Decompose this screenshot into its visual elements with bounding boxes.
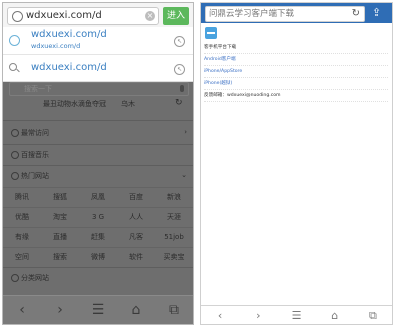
site-link[interactable]: 优酷: [3, 208, 41, 227]
clear-icon[interactable]: ×: [145, 11, 155, 21]
news-headline[interactable]: 乌木: [121, 99, 135, 109]
share-icon[interactable]: ⇪: [368, 5, 385, 20]
section-label: 百搜音乐: [21, 151, 49, 159]
android-link[interactable]: Android客户端: [204, 54, 388, 66]
tabs-icon[interactable]: ⧉: [354, 306, 392, 324]
site-link[interactable]: 凡客: [117, 228, 155, 247]
site-link[interactable]: 腾讯: [3, 188, 41, 207]
clock-icon: [11, 129, 19, 137]
site-link[interactable]: 百度: [117, 188, 155, 207]
suggestion-title: wdxuexi.com/d: [31, 29, 107, 40]
site-link[interactable]: 微博: [79, 248, 117, 267]
chevron-down-icon: ⌄: [181, 171, 187, 179]
download-heading: 客手机平台下载: [204, 42, 388, 54]
suggestion-item[interactable]: wdxuexi.com/d ↖: [3, 55, 193, 81]
suggestion-subtitle: wdxuexi.com/d: [31, 42, 81, 50]
suggestion-item[interactable]: wdxuexi.com/d wdxuexi.com/d ↖: [3, 27, 193, 55]
site-link[interactable]: 人人: [117, 208, 155, 227]
section-hot-sites[interactable]: 热门网站 ⌄: [3, 168, 193, 184]
suggestion-dropdown: wdxuexi.com/d wdxuexi.com/d ↖ wdxuexi.co…: [3, 27, 193, 82]
site-logo: [205, 27, 217, 39]
hot-sites-grid: 腾讯 搜狐 凤凰 百度 新浪 优酷 淘宝 3 G 人人 天涯 有缘 直播 赶集 …: [3, 187, 193, 267]
search-input-text: 问鼎云学习客户端下载: [209, 9, 295, 19]
grid-row: 腾讯 搜狐 凤凰 百度 新浪: [3, 187, 193, 207]
globe-icon: [12, 11, 23, 22]
back-icon[interactable]: ‹: [3, 296, 41, 324]
chevron-right-icon: ›: [184, 128, 187, 136]
home-icon[interactable]: ⌂: [316, 306, 354, 324]
page-content: 客手机平台下载 Android客户端 iPhone/AppStore iPhon…: [204, 42, 388, 102]
site-link[interactable]: 有缘: [3, 228, 41, 247]
category-icon: [11, 274, 19, 282]
site-link[interactable]: 淘宝: [41, 208, 79, 227]
site-link[interactable]: 直播: [41, 228, 79, 247]
globe-icon: [9, 35, 20, 46]
home-icon[interactable]: ⌂: [117, 296, 155, 324]
address-bar: wdxuexi.com/d × 进入: [3, 3, 193, 27]
music-icon: [11, 151, 19, 159]
address-bar: 问鼎云学习客户端下载 ↻ ⇪: [201, 3, 392, 23]
search-icon: [9, 63, 17, 71]
suggestion-title: wdxuexi.com/d: [31, 62, 107, 73]
right-phone-screen: 问鼎云学习客户端下载 ↻ ⇪ 客手机平台下载 Android客户端 iPhone…: [200, 2, 393, 325]
go-button[interactable]: 进入: [163, 7, 189, 25]
section-frequent[interactable]: 最常访问 ›: [3, 125, 193, 141]
feedback-email: 反馈邮箱：wdxuexi@nuoding.com: [204, 90, 388, 102]
page-indicator: [91, 290, 105, 305]
tabs-icon[interactable]: ⧉: [155, 296, 193, 324]
bottom-toolbar: ‹ › ☰ ⌂ ⧉: [3, 295, 193, 324]
site-link[interactable]: 新浪: [155, 188, 193, 207]
site-link[interactable]: 凤凰: [79, 188, 117, 207]
divider: [3, 267, 193, 268]
section-music[interactable]: 百搜音乐: [3, 147, 193, 163]
url-input[interactable]: wdxuexi.com/d ×: [7, 7, 159, 25]
url-value: wdxuexi.com/d: [26, 10, 102, 21]
left-phone-screen: wdxuexi.com/d × 进入 wdxuexi.com/d wdxuexi…: [2, 2, 194, 325]
section-categories[interactable]: 分类网站: [3, 270, 193, 286]
bottom-toolbar: ‹ › ☰ ⌂ ⧉: [201, 305, 392, 324]
site-link[interactable]: 买卖宝: [155, 248, 193, 267]
section-label: 最常访问: [21, 129, 49, 137]
grid-row: 优酷 淘宝 3 G 人人 天涯: [3, 207, 193, 227]
news-ticker[interactable]: 最丑动物水滴鱼夺冠 乌木 ↻: [3, 97, 193, 111]
fill-arrow-icon[interactable]: ↖: [174, 36, 185, 47]
fill-arrow-icon[interactable]: ↖: [174, 64, 185, 75]
hot-icon: [11, 172, 19, 180]
section-label: 热门网站: [21, 172, 49, 180]
section-label: 分类网站: [21, 274, 49, 282]
refresh-icon[interactable]: ↻: [352, 7, 360, 21]
site-link[interactable]: 搜狐: [41, 188, 79, 207]
site-link[interactable]: 天涯: [155, 208, 193, 227]
divider: [3, 144, 193, 145]
search-placeholder: 搜索一下: [24, 85, 52, 93]
search-box[interactable]: 搜索一下: [9, 82, 189, 96]
site-link[interactable]: 3 G: [79, 208, 117, 227]
site-link[interactable]: 51job: [155, 228, 193, 247]
forward-icon[interactable]: ›: [239, 306, 277, 324]
menu-icon[interactable]: ☰: [277, 306, 315, 324]
refresh-icon[interactable]: ↻: [175, 98, 183, 108]
site-link[interactable]: 赶集: [79, 228, 117, 247]
microphone-icon[interactable]: [180, 85, 184, 92]
divider: [3, 120, 193, 121]
iphone-jailbreak-link[interactable]: iPhone(越狱): [204, 78, 388, 90]
site-link[interactable]: 空间: [3, 248, 41, 267]
grid-row: 空间 搜索 微博 软件 买卖宝: [3, 247, 193, 267]
iphone-appstore-link[interactable]: iPhone/AppStore: [204, 66, 388, 78]
site-link[interactable]: 搜索: [41, 248, 79, 267]
site-link[interactable]: 软件: [117, 248, 155, 267]
menu-icon[interactable]: ☰: [79, 296, 117, 324]
search-input[interactable]: 问鼎云学习客户端下载 ↻: [205, 6, 365, 22]
divider: [3, 165, 193, 166]
news-headline[interactable]: 最丑动物水滴鱼夺冠: [43, 99, 106, 109]
grid-row: 有缘 直播 赶集 凡客 51job: [3, 227, 193, 247]
forward-icon[interactable]: ›: [41, 296, 79, 324]
back-icon[interactable]: ‹: [201, 306, 239, 324]
